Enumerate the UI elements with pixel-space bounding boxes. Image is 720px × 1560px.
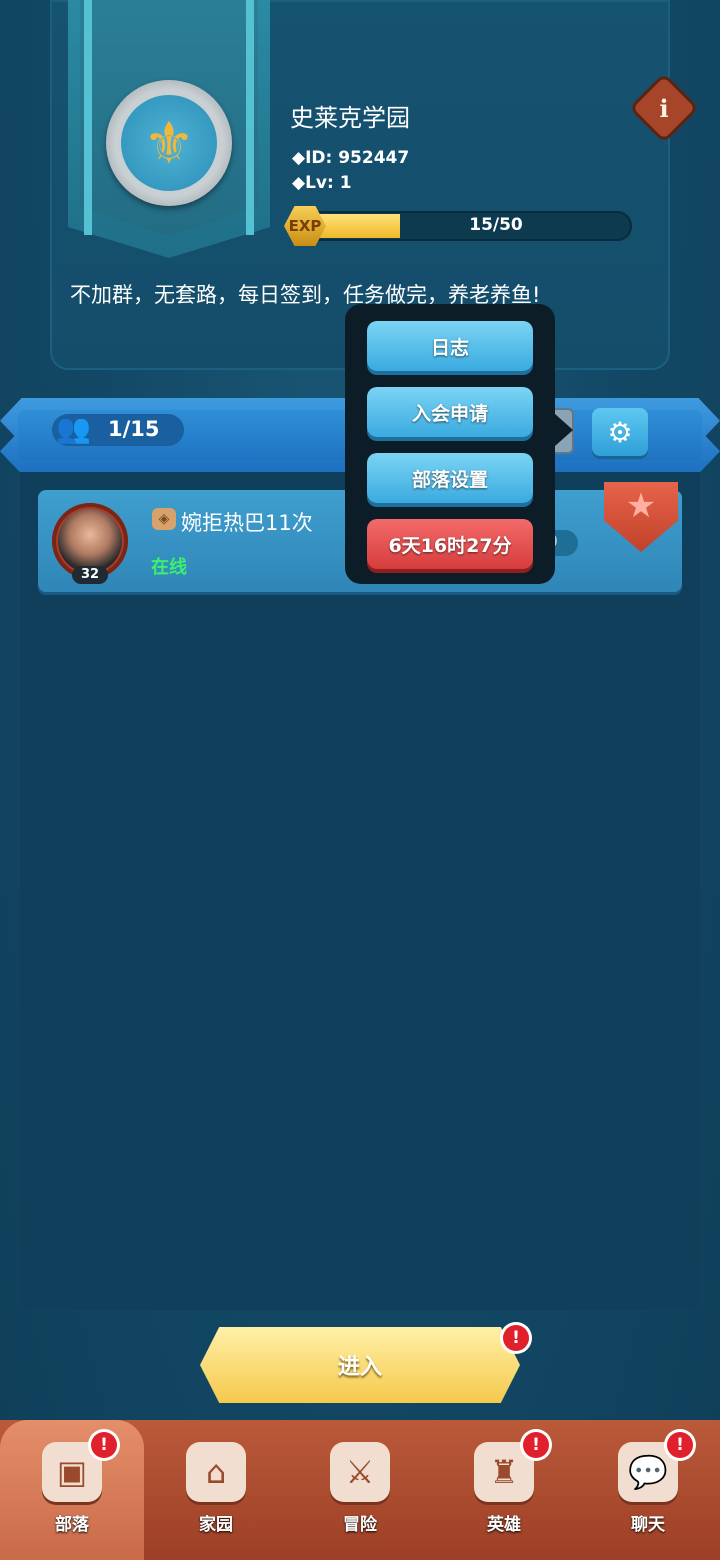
nav-item-tribe[interactable]: ▣ 部落 (0, 1420, 144, 1560)
enter-button[interactable]: 进入 (200, 1327, 520, 1403)
settings-button[interactable]: ⚙ (592, 408, 648, 456)
home-icon: ⌂ (186, 1442, 246, 1502)
nav-label-adventure: 冒险 (343, 1515, 377, 1535)
tribe-name: 史莱克学园 (290, 104, 410, 132)
banner-stripe-left (84, 0, 92, 235)
member-status: 在线 (151, 557, 187, 578)
timer-button[interactable]: 6天16时27分 (367, 519, 533, 569)
tribe-settings-button[interactable]: 部落设置 (367, 453, 533, 503)
heroes-alert-badge: ! (523, 1432, 549, 1458)
fleur-de-lis-icon: ⚜ (121, 95, 217, 191)
rank-icon: ◈ (152, 508, 176, 530)
info-icon: i (659, 93, 669, 123)
avatar[interactable] (58, 509, 122, 573)
member-count: 1/15 (108, 417, 160, 441)
nav-item-heroes[interactable]: ♜ 英雄 (432, 1420, 576, 1560)
tribe-id: ◆ID: 952447 (292, 148, 410, 168)
nav-label-heroes: 英雄 (487, 1515, 521, 1535)
info-button[interactable]: i (632, 76, 696, 140)
nav-item-home[interactable]: ⌂ 家园 (144, 1420, 288, 1560)
enter-alert-badge: ! (503, 1325, 529, 1351)
nav-item-adventure[interactable]: ⚔ 冒险 (288, 1420, 432, 1560)
chat-alert-badge: ! (667, 1432, 693, 1458)
nav-label-home: 家园 (199, 1515, 233, 1535)
tribe-level: ◆Lv: 1 (292, 173, 352, 193)
tribe-alert-badge: ! (91, 1432, 117, 1458)
nav-item-chat[interactable]: 💬 聊天 (576, 1420, 720, 1560)
popup-menu-arrow (555, 414, 573, 446)
log-button[interactable]: 日志 (367, 321, 533, 371)
join-requests-button[interactable]: 入会申请 (367, 387, 533, 437)
member-name: 婉拒热巴11次 (181, 511, 313, 535)
avatar-level: 32 (72, 566, 108, 584)
swords-icon: ⚔ (330, 1442, 390, 1502)
nav-label-tribe: 部落 (55, 1515, 89, 1535)
exp-progress-bar: 15/50 (300, 211, 632, 241)
exp-text: 15/50 (469, 215, 523, 235)
gear-icon: ⚙ (607, 415, 633, 449)
nav-label-chat: 聊天 (631, 1515, 665, 1535)
banner-stripe-right (246, 0, 254, 235)
member-list-panel (20, 472, 700, 1310)
members-icon: 👥 (56, 412, 91, 445)
